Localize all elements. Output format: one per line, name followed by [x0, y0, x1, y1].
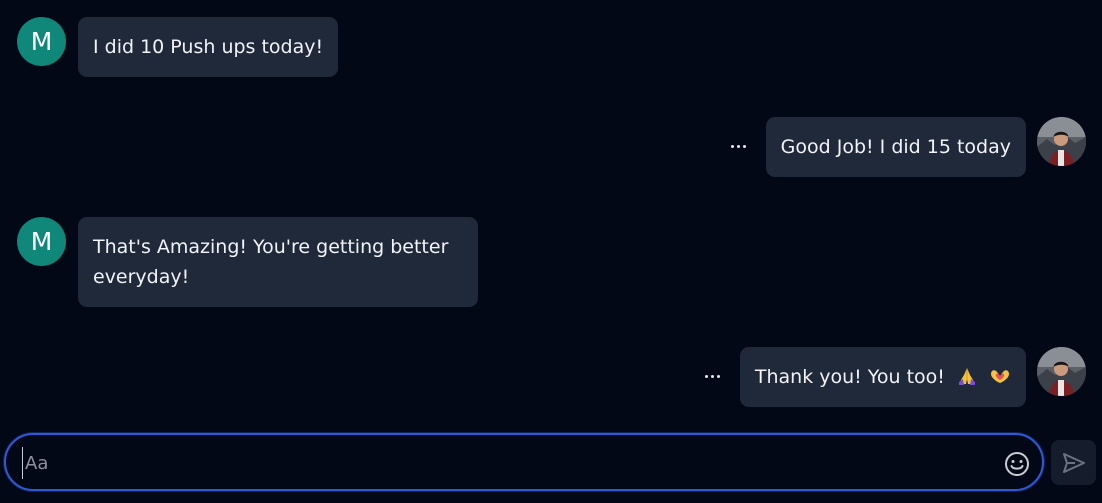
message-input[interactable] — [22, 447, 997, 479]
avatar[interactable]: M — [17, 217, 66, 266]
message-text: Good Job! I did 15 today — [780, 136, 1011, 158]
message-text: Thank you! You too! — [754, 366, 945, 388]
smile-icon[interactable] — [1004, 451, 1030, 477]
more-options-icon[interactable] — [729, 136, 749, 156]
user-photo-icon — [1037, 117, 1086, 166]
message-text: I did 10 Push ups today! — [93, 36, 324, 58]
avatar-letter: M — [30, 227, 53, 256]
heart-hands-emoji-icon — [991, 370, 1009, 383]
message-row: M That's Amazing! You're getting better … — [17, 217, 478, 307]
avatar[interactable]: M — [17, 17, 66, 66]
message-row: M I did 10 Push ups today! — [17, 17, 339, 77]
message-bubble[interactable]: That's Amazing! You're getting better ev… — [78, 217, 478, 307]
avatar-letter: M — [30, 27, 53, 56]
chat-window: M I did 10 Push ups today! Good Job! I d… — [0, 0, 1102, 503]
avatar[interactable] — [1037, 117, 1086, 166]
message-row: Good Job! I did 15 today — [729, 117, 1086, 177]
message-bubble[interactable]: Good Job! I did 15 today — [765, 117, 1026, 177]
user-photo-icon — [1037, 347, 1086, 396]
avatar[interactable] — [1037, 347, 1086, 396]
send-button[interactable] — [1051, 440, 1096, 485]
message-row: Thank you! You too! — [703, 347, 1086, 407]
send-icon — [1062, 452, 1085, 473]
message-text: That's Amazing! You're getting better ev… — [93, 236, 449, 288]
message-composer — [4, 433, 1044, 491]
more-options-icon[interactable] — [703, 366, 723, 386]
folded-hands-emoji-icon — [958, 368, 975, 385]
message-bubble[interactable]: Thank you! You too! — [739, 347, 1026, 407]
message-bubble[interactable]: I did 10 Push ups today! — [78, 17, 339, 77]
